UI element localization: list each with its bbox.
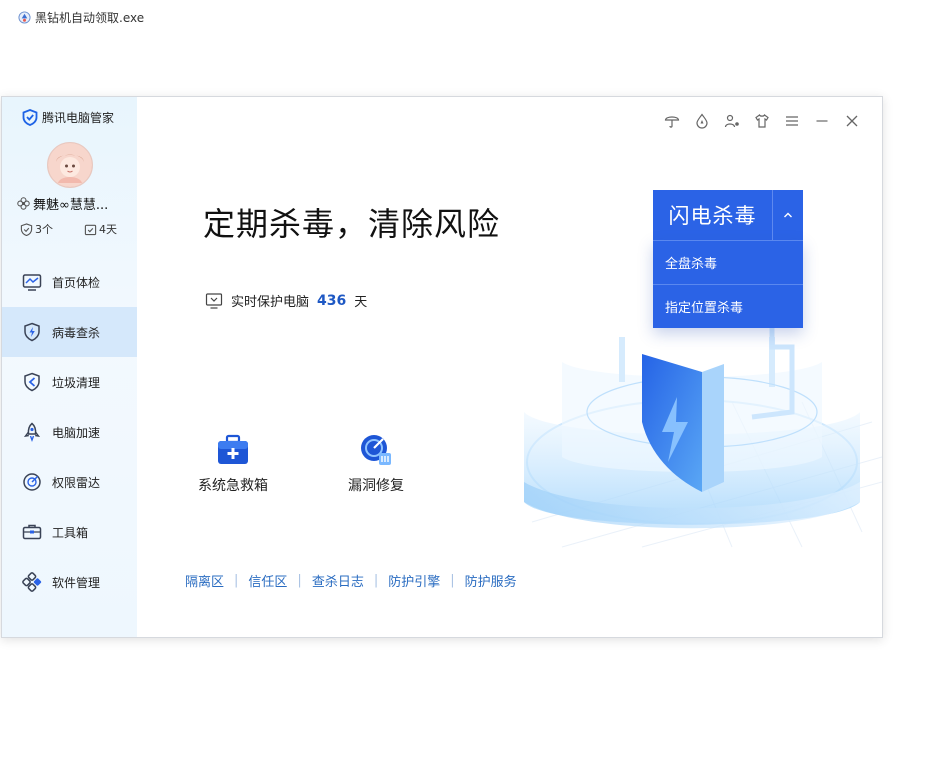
sidebar-item-label: 垃圾清理 — [52, 375, 101, 390]
first-aid-kit-icon — [218, 434, 248, 464]
sidebar-item-virus-scan[interactable]: 病毒查杀 — [2, 307, 137, 357]
tool-label: 漏洞修复 — [348, 478, 404, 494]
realtime-protection: 实时保护电脑 436 天 — [205, 291, 367, 310]
tool-system-first-aid[interactable]: 系统急救箱 — [198, 433, 268, 495]
app-window: 腾讯电脑管家 舞魅∞慧慧... 3个 4天 首页体检 病毒查杀 垃圾清理 电脑加… — [1, 96, 883, 638]
stat-protections-value: 3个 — [35, 223, 53, 236]
sidebar-item-label: 工具箱 — [52, 525, 89, 540]
scan-button-group: 闪电杀毒 全盘杀毒 指定位置杀毒 — [653, 190, 803, 328]
monitor-chart-icon — [22, 274, 42, 291]
tencent-shield-logo-icon — [22, 109, 38, 126]
brand: 腾讯电脑管家 — [22, 109, 114, 126]
apps-icon — [22, 572, 42, 592]
shield-check-icon — [20, 222, 33, 236]
minimize-icon[interactable] — [812, 111, 832, 131]
lightning-shield-icon — [24, 322, 40, 342]
sidebar-nav: 首页体检 病毒查杀 垃圾清理 电脑加速 权限雷达 工具箱 软件管理 — [2, 257, 137, 607]
radar-icon — [23, 473, 41, 491]
drop-icon[interactable] — [692, 111, 712, 131]
protect-days-unit: 天 — [354, 295, 368, 310]
scan-options-dropdown: 全盘杀毒 指定位置杀毒 — [653, 240, 803, 328]
username-text: 舞魅∞慧慧... — [33, 198, 109, 213]
brand-name: 腾讯电脑管家 — [42, 111, 115, 125]
sidebar-item-software-manager[interactable]: 软件管理 — [2, 557, 137, 607]
user-settings-icon[interactable] — [722, 111, 742, 131]
sidebar-item-home-checkup[interactable]: 首页体检 — [2, 257, 137, 307]
lightning-scan-label: 闪电杀毒 — [653, 190, 773, 240]
sidebar-item-junk-cleanup[interactable]: 垃圾清理 — [2, 357, 137, 407]
sidebar-item-label: 电脑加速 — [52, 425, 101, 440]
protect-label: 实时保护电脑 — [231, 295, 310, 310]
vulnerability-fix-icon — [361, 435, 391, 465]
link-scan-log[interactable]: 查杀日志 — [312, 571, 364, 590]
sidebar-item-permission-radar[interactable]: 权限雷达 — [2, 457, 137, 507]
calendar-check-icon — [84, 224, 97, 235]
stat-days: 4天 — [84, 221, 117, 237]
exe-title-bar: 黑钻机自动领取.exe — [18, 9, 144, 26]
link-protection-service[interactable]: 防护服务 — [465, 571, 517, 590]
flower-badge-icon — [17, 197, 30, 210]
menu-icon[interactable] — [782, 111, 802, 131]
page-headline: 定期杀毒，清除风险 — [203, 205, 501, 243]
exe-title: 黑钻机自动领取.exe — [35, 11, 145, 25]
full-scan-option[interactable]: 全盘杀毒 — [653, 240, 803, 284]
sidebar-item-label: 软件管理 — [52, 575, 101, 590]
sidebar-item-toolbox[interactable]: 工具箱 — [2, 507, 137, 557]
tool-label: 系统急救箱 — [198, 478, 268, 494]
link-separator: | — [234, 573, 239, 588]
sidebar: 腾讯电脑管家 舞魅∞慧慧... 3个 4天 首页体检 病毒查杀 垃圾清理 电脑加… — [2, 97, 137, 637]
shield-illustration — [524, 327, 882, 548]
stat-days-value: 4天 — [99, 223, 117, 236]
username: 舞魅∞慧慧... — [16, 194, 108, 213]
stat-protections: 3个 — [20, 221, 53, 237]
link-separator: | — [297, 573, 302, 588]
exe-app-icon — [18, 11, 31, 24]
lightning-scan-button[interactable]: 闪电杀毒 — [653, 190, 803, 240]
avatar[interactable] — [47, 142, 93, 188]
sidebar-item-label: 首页体检 — [52, 275, 101, 290]
cleanup-icon — [24, 372, 40, 392]
shirt-icon[interactable] — [752, 111, 772, 131]
main-content: 定期杀毒，清除风险 实时保护电脑 436 天 闪电杀毒 全盘杀毒 指定位置杀毒 … — [137, 97, 882, 637]
link-separator: | — [450, 573, 455, 588]
link-trust-zone[interactable]: 信任区 — [248, 571, 287, 590]
link-quarantine[interactable]: 隔离区 — [185, 571, 224, 590]
bottom-links: 隔离区 | 信任区 | 查杀日志 | 防护引擎 | 防护服务 — [185, 571, 517, 590]
avatar-image — [48, 143, 92, 187]
rocket-icon — [23, 422, 41, 442]
close-icon[interactable] — [842, 111, 862, 131]
sidebar-item-label: 权限雷达 — [52, 475, 101, 490]
tool-vulnerability-fix[interactable]: 漏洞修复 — [348, 433, 404, 495]
scan-options-toggle[interactable] — [773, 190, 803, 240]
toolbox-icon — [22, 524, 42, 540]
custom-location-scan-option[interactable]: 指定位置杀毒 — [653, 284, 803, 328]
umbrella-icon[interactable] — [662, 111, 682, 131]
chevron-up-icon — [784, 212, 792, 218]
sidebar-item-speedup[interactable]: 电脑加速 — [2, 407, 137, 457]
monitor-shield-icon — [205, 292, 223, 309]
protect-days-count: 436 — [317, 292, 347, 309]
sidebar-item-label: 病毒查杀 — [52, 325, 101, 340]
link-separator: | — [373, 573, 379, 588]
window-controls — [662, 111, 862, 131]
link-protection-engine[interactable]: 防护引擎 — [388, 571, 440, 590]
